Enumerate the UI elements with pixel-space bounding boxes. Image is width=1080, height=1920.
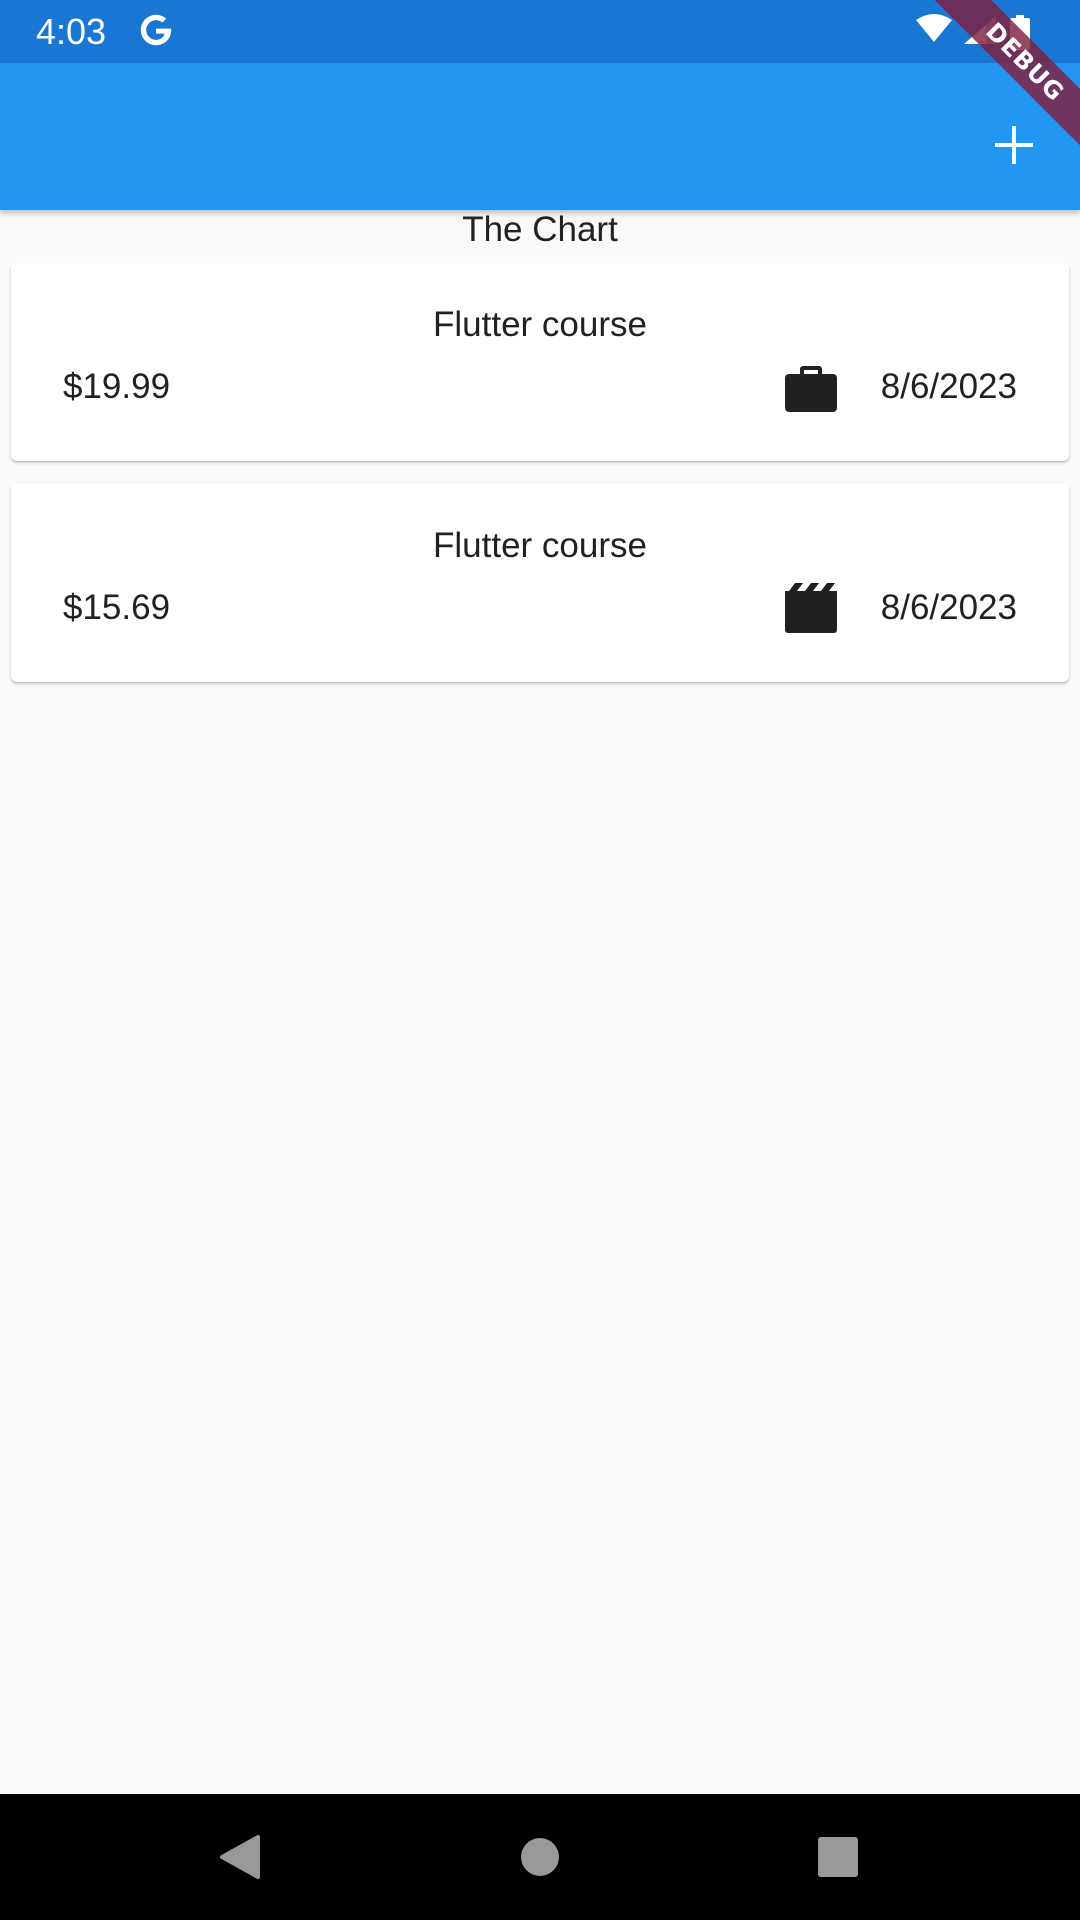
back-icon [220, 1835, 260, 1879]
google-icon [137, 10, 175, 55]
navigation-bar [0, 1794, 1080, 1920]
transaction-date: 8/6/2023 [880, 588, 1017, 627]
battery-icon [1010, 15, 1030, 50]
transaction-title: Flutter course [433, 526, 647, 565]
status-time: 4:03 [36, 11, 107, 52]
status-bar: 4:03 [0, 0, 1080, 63]
transaction-amount: $19.99 [63, 367, 171, 406]
back-button[interactable] [197, 1814, 283, 1900]
status-icons [912, 12, 1042, 52]
movie-clapper-icon [783, 581, 839, 637]
home-icon [521, 1838, 559, 1876]
wifi-icon [916, 14, 952, 42]
transaction-title: Flutter course [433, 305, 647, 344]
transaction-card: Flutter course $19.99 8/6/2023 [11, 263, 1069, 461]
transaction-amount: $15.69 [63, 588, 171, 627]
add-transaction-button[interactable] [972, 103, 1056, 187]
briefcase-icon [783, 360, 839, 416]
recents-icon [818, 1837, 858, 1877]
signal-icon [964, 16, 996, 44]
transaction-date: 8/6/2023 [880, 367, 1017, 406]
chart-title: The Chart [462, 210, 618, 249]
recents-button[interactable] [795, 1814, 881, 1900]
transaction-card: Flutter course $15.69 8/6/2023 [11, 484, 1069, 682]
plus-icon [995, 126, 1033, 164]
home-button[interactable] [497, 1814, 583, 1900]
app-bar [0, 63, 1080, 210]
